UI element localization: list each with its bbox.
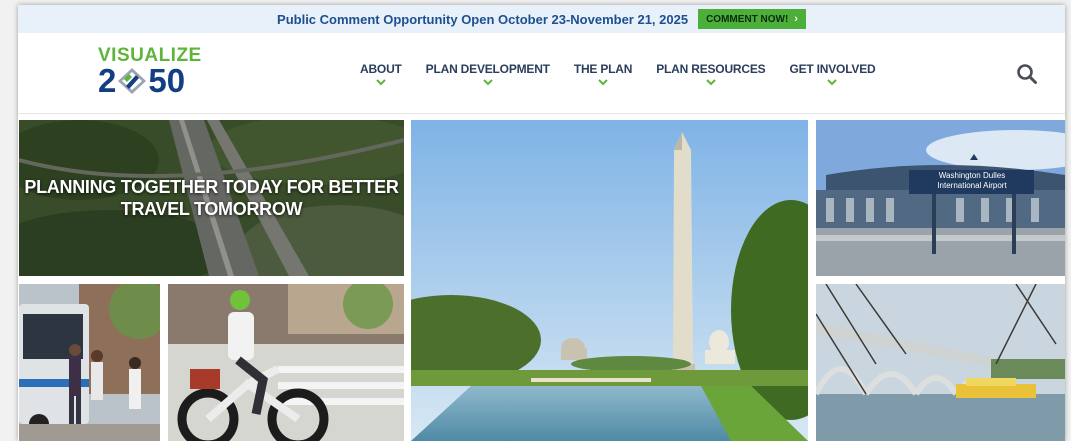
nav-item-plan-development[interactable]: PLAN DEVELOPMENT [426,62,550,87]
tile-ebike-rider[interactable] [168,284,404,441]
logo-line2: 2 50 [98,62,213,99]
nav-item-the-plan[interactable]: THE PLAN [574,62,632,87]
announcement-text: Public Comment Opportunity Open October … [277,11,689,27]
nav-label: ABOUT [360,62,402,76]
airport-sign-line1: Washington Dulles [938,171,1006,180]
main-nav: ABOUT PLAN DEVELOPMENT THE PLAN PLAN RES… [360,62,900,87]
tile-bridge-river[interactable] [816,284,1065,441]
logo-emblem-icon [118,68,147,94]
nav-item-get-involved[interactable]: GET INVOLVED [789,62,876,87]
logo-digit-2: 2 [98,62,117,99]
comment-now-button[interactable]: COMMENT NOW! › [698,9,806,29]
browser-viewport: Public Comment Opportunity Open October … [18,5,1065,441]
hero-headline-line2: TRAVEL TOMORROW [120,199,303,219]
comment-now-label: COMMENT NOW! [706,13,789,25]
tile-dulles-airport[interactable]: Washington Dulles International Airport [816,120,1065,276]
chevron-down-icon [376,79,386,86]
nav-label: GET INVOLVED [789,62,876,76]
nav-label: PLAN DEVELOPMENT [425,62,550,76]
chevron-down-icon [827,79,838,86]
page: Public Comment Opportunity Open October … [0,0,1071,441]
site-header: VISUALIZE 2 50 ABOUT PLAN DEVELOPMENT TH… [18,33,1065,114]
airport-sign: Washington Dulles International Airport [912,171,1032,191]
site-logo[interactable]: VISUALIZE 2 50 [98,46,213,103]
washington-monument-photo [411,120,808,441]
bus-riders-photo [19,284,160,441]
chevron-down-icon [706,79,716,86]
tile-bus-riders[interactable] [19,284,160,441]
chevron-right-icon: › [794,13,798,25]
tile-washington-monument[interactable] [411,120,808,441]
nav-item-plan-resources[interactable]: PLAN RESOURCES [656,62,766,87]
airport-sign-line2: International Airport [937,181,1007,190]
nav-item-about[interactable]: ABOUT [360,62,402,87]
hero-tile-highway[interactable]: PLANNING TOGETHER TODAY FOR BETTER TRAVE… [19,120,404,276]
announcement-banner: Public Comment Opportunity Open October … [18,5,1065,33]
nav-label: PLAN RESOURCES [656,62,766,76]
logo-digits-50: 50 [148,62,186,99]
search-button[interactable] [1016,63,1038,85]
hero-headline: PLANNING TOGETHER TODAY FOR BETTER TRAVE… [19,176,404,220]
hero-photo-grid: PLANNING TOGETHER TODAY FOR BETTER TRAVE… [18,119,1065,441]
chevron-down-icon [598,79,608,86]
search-icon [1017,64,1037,84]
dulles-airport-photo [816,120,1065,276]
nav-label: THE PLAN [573,62,633,76]
chevron-down-icon [483,79,493,86]
bridge-river-photo [816,284,1065,441]
ebike-rider-photo [168,284,404,441]
hero-headline-line1: PLANNING TOGETHER TODAY FOR BETTER [24,177,399,197]
